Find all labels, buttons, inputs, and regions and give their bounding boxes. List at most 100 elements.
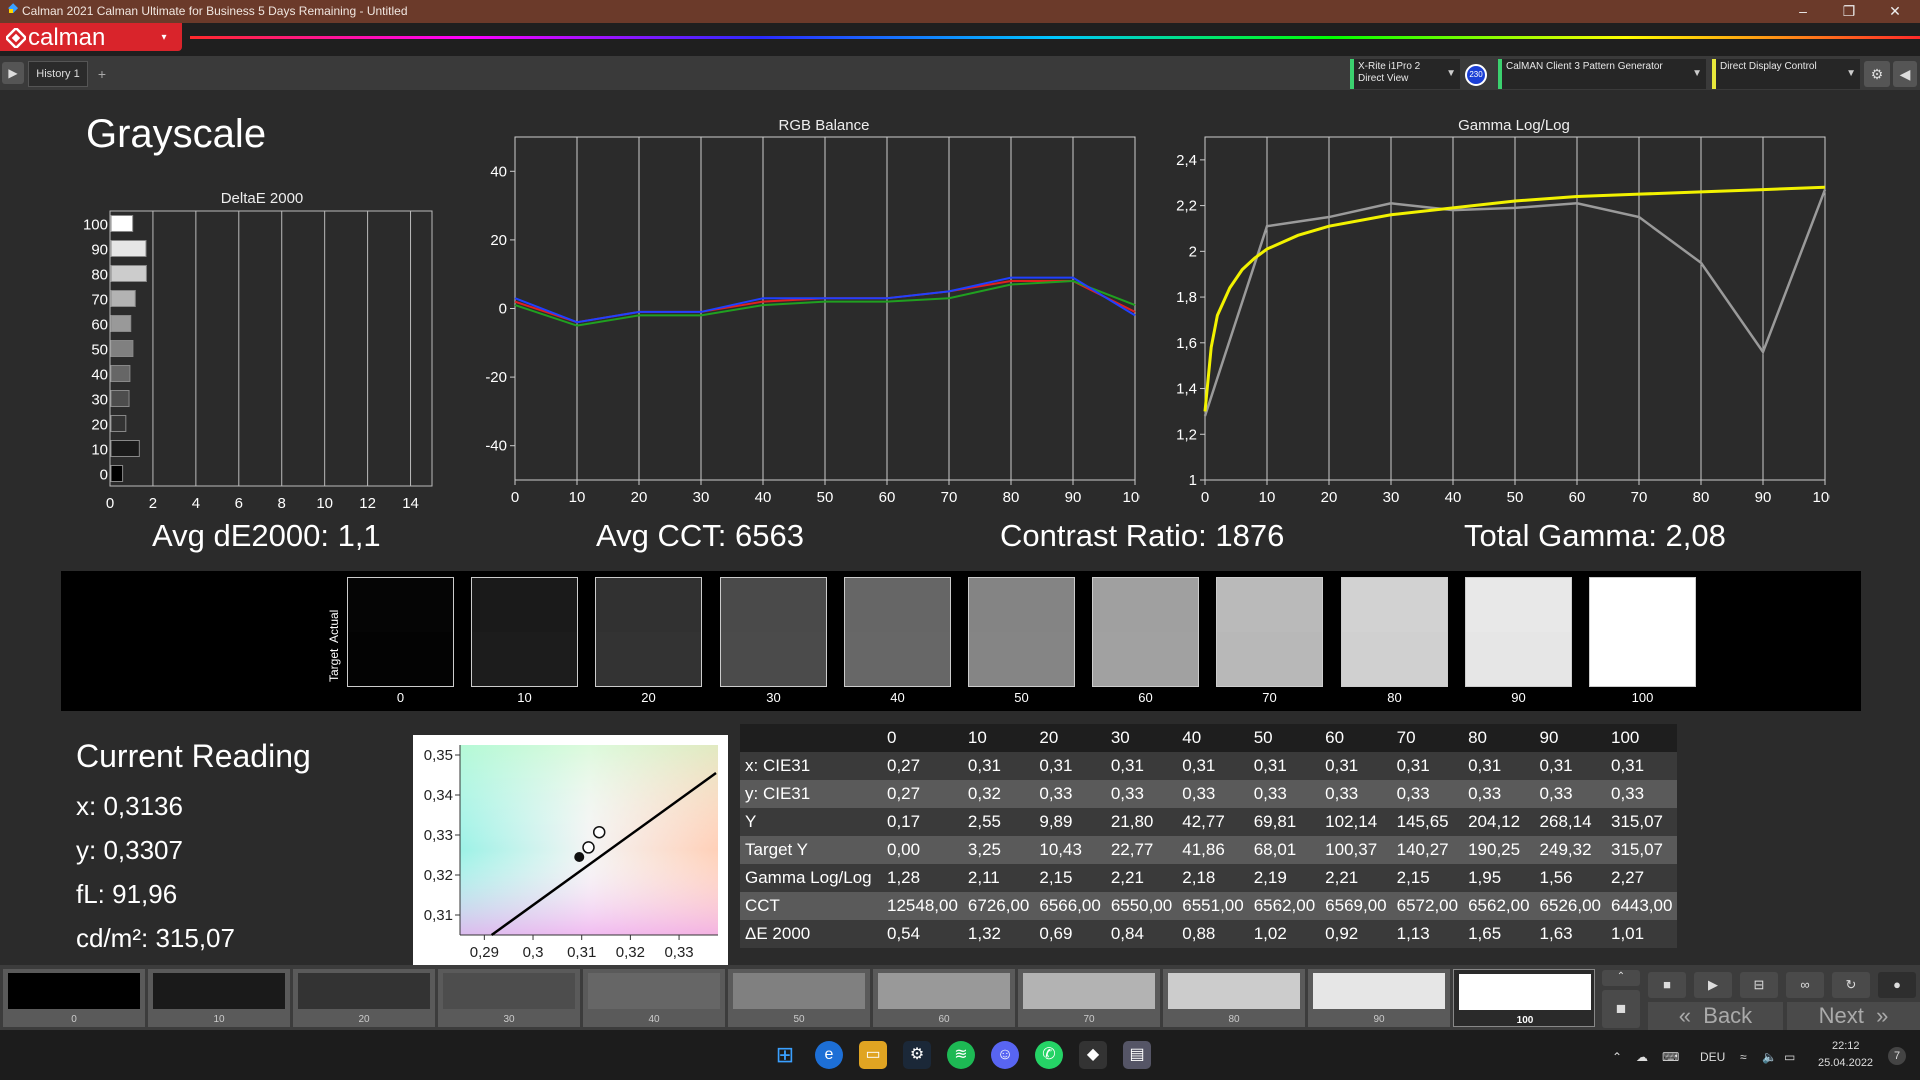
chevron-down-icon[interactable]: ▾ <box>156 30 172 46</box>
swatch-label: 40 <box>890 690 905 705</box>
table-cell: 42,77 <box>1182 812 1225 831</box>
wifi-icon[interactable]: ≈ <box>1740 1050 1747 1064</box>
next-button[interactable]: Next » <box>1787 1002 1920 1030</box>
table-cell: 6443,00 <box>1610 896 1673 915</box>
deltae-category-label: 90 <box>91 242 108 259</box>
stop-icon[interactable]: ⏹ <box>1602 990 1640 1028</box>
keyboard-icon[interactable]: ⌨ <box>1662 1050 1679 1064</box>
stop-measure-icon[interactable]: ■ <box>1648 972 1686 998</box>
table-cell: 0,31 <box>1253 756 1287 775</box>
patch-button-80[interactable]: 80 <box>1163 969 1305 1027</box>
battery-icon[interactable]: ▭ <box>1784 1050 1795 1064</box>
y-tick-label: 0 <box>499 301 507 318</box>
patch-button-90[interactable]: 90 <box>1308 969 1450 1027</box>
add-tab-button[interactable]: + <box>92 64 112 84</box>
whatsapp-icon[interactable]: ✆ <box>1035 1041 1063 1069</box>
swatch-label: 80 <box>1387 690 1402 705</box>
patch-label: 0 <box>71 1014 77 1025</box>
minimize-button[interactable]: – <box>1780 0 1826 23</box>
meter-status-badge[interactable]: 230 <box>1465 64 1487 86</box>
volume-icon[interactable]: 🔈 <box>1762 1050 1777 1064</box>
language-indicator[interactable]: DEU <box>1700 1050 1725 1064</box>
table-cell: 6551,00 <box>1182 896 1244 915</box>
calman-taskbar-icon[interactable]: ◆ <box>1079 1041 1107 1069</box>
current-fl: fL: 91,96 <box>76 879 178 909</box>
swatch-label: 30 <box>766 690 781 705</box>
table-row-label: Gamma Log/Log <box>745 868 872 887</box>
play-arrow-icon[interactable]: ▶ <box>2 62 24 84</box>
patch-button-60[interactable]: 60 <box>873 969 1015 1027</box>
table-row-label: Target Y <box>745 840 809 859</box>
cie-y-tick-label: 0,31 <box>424 907 453 924</box>
refresh-icon[interactable]: ↻ <box>1832 972 1870 998</box>
collapse-left-icon[interactable]: ◀ <box>1893 61 1917 87</box>
tab-history-1[interactable]: History 1 <box>28 61 88 87</box>
file-explorer-icon[interactable]: ▭ <box>859 1041 887 1069</box>
meter-selector[interactable]: X-Rite i1Pro 2 Direct View ▼ <box>1350 59 1460 89</box>
table-row-label: CCT <box>745 896 780 915</box>
table-cell: 6726,00 <box>967 896 1030 915</box>
table-cell: 12548,00 <box>887 896 958 915</box>
swatch-label: 60 <box>1138 690 1153 705</box>
patch-button-50[interactable]: 50 <box>728 969 870 1027</box>
next-label: Next <box>1818 1003 1864 1028</box>
deltae-bar <box>110 365 131 382</box>
table-cell: 315,07 <box>1610 812 1663 831</box>
back-button[interactable]: « Back <box>1648 1002 1783 1030</box>
chevron-up-icon[interactable]: ⌃ <box>1602 970 1640 986</box>
clock-date[interactable]: 25.04.2022 <box>1818 1057 1873 1069</box>
patch-button-20[interactable]: 20 <box>293 969 435 1027</box>
deltae-x-tick: 4 <box>192 495 200 511</box>
table-header-cell: 70 <box>1396 728 1416 747</box>
table-cell: 21,80 <box>1110 812 1154 831</box>
steam-icon[interactable]: ⚙ <box>903 1041 931 1069</box>
clock-time[interactable]: 22:12 <box>1832 1040 1860 1052</box>
y-tick-label: 1 <box>1189 472 1197 489</box>
patch-button-30[interactable]: 30 <box>438 969 580 1027</box>
table-row: CCT 12548,00 6726,00 6566,00 6550,00 6551,00 6… <box>740 892 1678 920</box>
table-header-cell: 30 <box>1110 728 1130 747</box>
table-cell: 6526,00 <box>1539 896 1601 915</box>
onedrive-icon[interactable]: ☁ <box>1636 1050 1648 1064</box>
deltae-category-label: 40 <box>91 367 108 384</box>
gear-icon[interactable]: ⚙ <box>1864 61 1890 87</box>
edge-browser-icon[interactable]: e <box>815 1041 843 1069</box>
back-label: Back <box>1703 1003 1753 1028</box>
record-icon[interactable]: ● <box>1878 972 1916 998</box>
spotify-icon[interactable]: ≋ <box>947 1041 975 1069</box>
display-control-selector[interactable]: Direct Display Control ▼ <box>1712 59 1860 89</box>
patch-button-10[interactable]: 10 <box>148 969 290 1027</box>
windows-start-icon[interactable]: ⊞ <box>771 1041 799 1069</box>
pattern-generator-name: CalMAN Client 3 Pattern Generator <box>1506 61 1663 72</box>
patch-color <box>1168 973 1300 1009</box>
grayscale-swatch <box>968 577 1075 687</box>
chevron-up-icon[interactable]: ⌃ <box>1612 1050 1622 1064</box>
table-cell: 0,31 <box>1325 756 1359 775</box>
table-cell: 2,21 <box>1110 868 1144 887</box>
table-cell: 0,31 <box>1396 756 1430 775</box>
patch-label: 100 <box>1516 1015 1534 1026</box>
table-header-cell: 90 <box>1539 728 1559 747</box>
patch-button-0[interactable]: 0 <box>3 969 145 1027</box>
save-icon[interactable]: ⊟ <box>1740 972 1778 998</box>
maximize-button[interactable]: ❐ <box>1826 0 1872 23</box>
display-tool-icon[interactable]: ▤ <box>1123 1041 1151 1069</box>
play-icon[interactable]: ▶ <box>1694 972 1732 998</box>
deltae-bar <box>110 390 130 407</box>
pattern-generator-selector[interactable]: CalMAN Client 3 Pattern Generator ▼ <box>1498 59 1706 89</box>
close-button[interactable]: ✕ <box>1872 0 1918 23</box>
patch-button-40[interactable]: 40 <box>583 969 725 1027</box>
patch-button-100[interactable]: 100 <box>1453 969 1595 1027</box>
loop-icon[interactable]: ∞ <box>1786 972 1824 998</box>
patch-button-70[interactable]: 70 <box>1018 969 1160 1027</box>
table-cell: 0,33 <box>1468 784 1502 803</box>
table-header-cell: 100 <box>1610 728 1640 747</box>
table-cell: 0,33 <box>1396 784 1430 803</box>
y-tick-label: -20 <box>485 369 507 386</box>
discord-icon[interactable]: ☺ <box>991 1041 1019 1069</box>
deltae-chart-title: DeltaE 2000 <box>220 190 304 207</box>
notification-badge[interactable]: 7 <box>1888 1047 1906 1065</box>
calman-menu-button[interactable]: calman ▾ <box>0 23 182 51</box>
patch-label: 30 <box>503 1014 515 1025</box>
grayscale-swatch <box>347 577 454 687</box>
